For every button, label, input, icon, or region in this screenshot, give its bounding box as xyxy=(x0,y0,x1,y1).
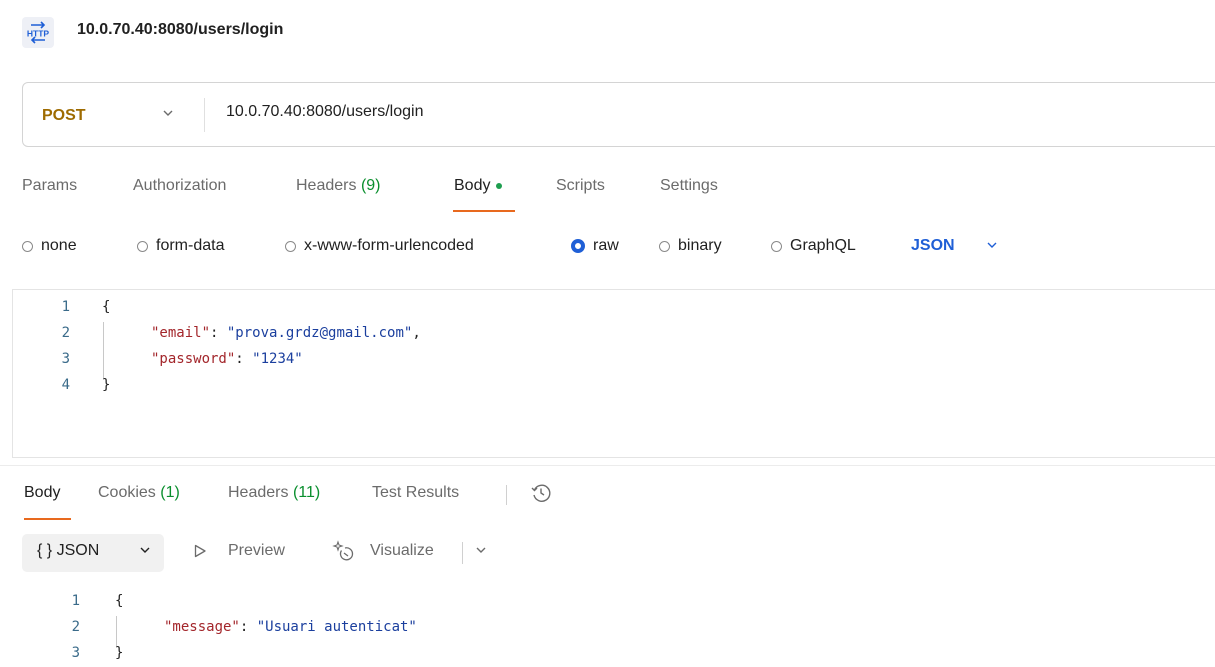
tab-headers-label: Headers xyxy=(296,177,357,194)
method-select[interactable]: POST xyxy=(42,107,86,125)
tab-scripts[interactable]: Scripts xyxy=(556,177,605,195)
response-tab-headers[interactable]: Headers (11) xyxy=(228,484,320,502)
request-body-editor[interactable] xyxy=(12,289,1215,458)
radio-on-icon xyxy=(571,239,585,253)
play-outline-icon xyxy=(193,544,207,563)
json-key-password: "password" xyxy=(151,351,236,367)
radio-off-icon xyxy=(137,240,148,252)
json-value-email: "prova.grdz@gmail.com" xyxy=(226,325,413,341)
json-key-message: "message" xyxy=(164,619,240,635)
code-open-brace: { xyxy=(115,593,124,609)
http-icon: HTTP xyxy=(22,17,54,48)
json-value-message: "Usuari autenticat" xyxy=(256,619,417,635)
chevron-down-icon xyxy=(138,543,152,562)
active-tab-indicator xyxy=(453,210,515,212)
radio-graphql[interactable]: GraphQL xyxy=(771,237,856,255)
preview-button[interactable]: Preview xyxy=(228,542,285,560)
line-number: 3 xyxy=(71,645,80,661)
tab-headers-count: (9) xyxy=(360,177,381,194)
code-close-brace: } xyxy=(115,645,124,661)
code-line-email: "email": "prova.grdz@gmail.com", xyxy=(151,325,421,341)
radio-raw-label: raw xyxy=(593,237,619,254)
tab-body-label: Body xyxy=(454,177,491,194)
radio-urlencoded[interactable]: x-www-form-urlencoded xyxy=(285,237,474,255)
radio-graphql-label: GraphQL xyxy=(790,237,856,254)
line-number: 2 xyxy=(71,619,80,635)
sparkle-icon xyxy=(332,540,354,567)
tab-separator xyxy=(506,485,507,505)
line-number: 3 xyxy=(61,351,70,367)
code-line-message: "message": "Usuari autenticat" xyxy=(164,619,417,635)
radio-off-icon xyxy=(22,240,33,252)
radio-off-icon xyxy=(285,240,296,252)
code-open-brace: { xyxy=(102,299,111,315)
json-value-password: "1234" xyxy=(252,351,303,367)
radio-binary[interactable]: binary xyxy=(659,237,722,255)
radio-none-label: none xyxy=(41,237,77,254)
history-icon[interactable] xyxy=(530,482,552,509)
tab-body[interactable]: Body xyxy=(454,177,503,195)
response-tab-headers-label: Headers xyxy=(228,484,289,501)
chevron-down-icon[interactable] xyxy=(985,238,999,257)
url-input[interactable] xyxy=(226,103,1126,121)
response-tab-test-results[interactable]: Test Results xyxy=(372,484,459,502)
visualize-button[interactable]: Visualize xyxy=(370,542,434,560)
radio-off-icon xyxy=(659,240,670,252)
json-key-email: "email" xyxy=(151,325,211,341)
response-tab-cookies-label: Cookies xyxy=(98,484,156,501)
line-number: 1 xyxy=(61,299,70,315)
response-tab-cookies-count: (1) xyxy=(160,484,180,501)
line-number: 4 xyxy=(61,377,70,393)
toolbar-separator xyxy=(462,542,463,564)
request-title[interactable]: 10.0.70.40:8080/users/login xyxy=(77,21,283,39)
code-line-password: "password": "1234" xyxy=(151,351,303,367)
line-number: 1 xyxy=(71,593,80,609)
radio-form-data-label: form-data xyxy=(156,237,225,254)
indent-guide xyxy=(103,322,104,380)
tab-params[interactable]: Params xyxy=(22,177,77,195)
modified-dot-icon xyxy=(496,182,503,189)
body-format-select[interactable]: JSON xyxy=(911,237,955,255)
radio-form-data[interactable]: form-data xyxy=(137,237,224,255)
tab-authorization[interactable]: Authorization xyxy=(133,177,226,195)
response-tab-body[interactable]: Body xyxy=(24,484,60,502)
radio-urlencoded-label: x-www-form-urlencoded xyxy=(304,237,474,254)
tab-headers[interactable]: Headers (9) xyxy=(296,177,381,195)
svg-text:HTTP: HTTP xyxy=(27,29,50,39)
tab-settings[interactable]: Settings xyxy=(660,177,718,195)
response-divider[interactable] xyxy=(0,465,1215,466)
line-number: 2 xyxy=(61,325,70,341)
response-tab-cookies[interactable]: Cookies (1) xyxy=(98,484,180,502)
chevron-down-icon[interactable] xyxy=(161,106,175,125)
radio-raw[interactable]: raw xyxy=(571,237,619,255)
code-close-brace: } xyxy=(102,377,111,393)
response-format-label: { } JSON xyxy=(37,542,100,559)
url-divider xyxy=(204,98,205,132)
radio-binary-label: binary xyxy=(678,237,722,254)
radio-none[interactable]: none xyxy=(22,237,77,255)
active-tab-indicator xyxy=(24,518,71,520)
radio-off-icon xyxy=(771,240,782,252)
chevron-down-icon[interactable] xyxy=(474,543,488,562)
response-tab-headers-count: (11) xyxy=(292,484,321,501)
indent-guide xyxy=(116,616,117,648)
